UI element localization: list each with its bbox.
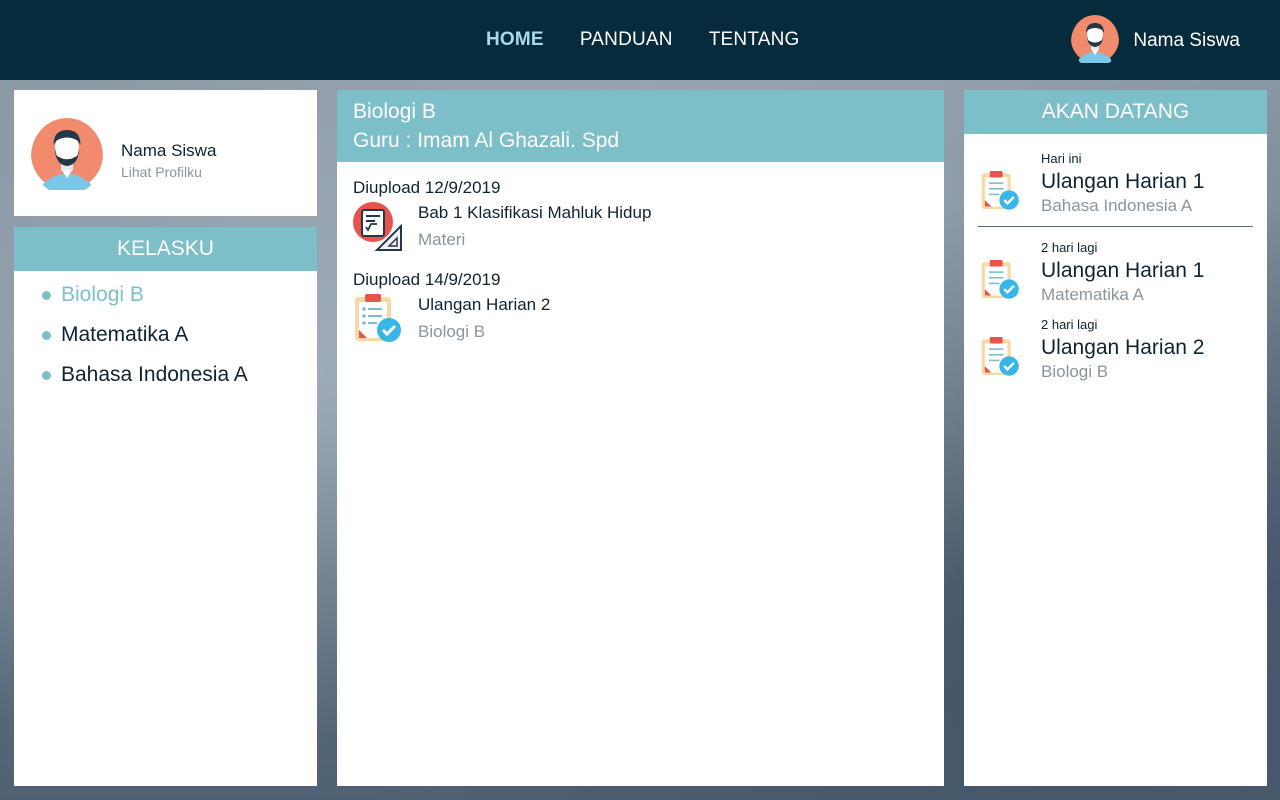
profile-avatar[interactable] — [31, 118, 103, 195]
nav-panduan[interactable]: PANDUAN — [580, 29, 673, 51]
upcoming-panel: AKAN DATANG Hari ini Ulangan Harian 1 Ba… — [964, 90, 1267, 786]
upload-text: Bab 1 Klasifikasi Mahluk Hidup Materi — [418, 202, 651, 254]
user-name: Nama Siswa — [1133, 30, 1240, 51]
bullet-icon — [42, 370, 51, 380]
upload-title: Bab 1 Klasifikasi Mahluk Hidup — [418, 203, 652, 222]
upcoming-subject: Bahasa Indonesia A — [1041, 196, 1193, 215]
upcoming-item[interactable]: 2 hari lagi Ulangan Harian 1 Matematika … — [978, 240, 1253, 306]
class-item-label: Matematika A — [61, 323, 189, 346]
quiz-clipboard-icon — [980, 171, 1024, 215]
upload-type: Biologi B — [418, 322, 486, 341]
class-item-bahasa-indonesia-a[interactable]: Bahasa Indonesia A — [14, 355, 317, 395]
upload-type: Materi — [418, 230, 466, 249]
upload-title: Ulangan Harian 2 — [418, 295, 551, 314]
nav-home[interactable]: HOME — [486, 29, 544, 51]
class-list-header: KELASKU — [14, 227, 317, 271]
class-list-panel: KELASKU Biologi B Matematika A Bahasa In… — [14, 227, 317, 786]
divider — [978, 226, 1253, 227]
upcoming-when: Hari ini — [1041, 151, 1082, 166]
upcoming-item[interactable]: Hari ini Ulangan Harian 1 Bahasa Indones… — [978, 151, 1253, 217]
upload-entry: Diupload 12/9/2019 Bab 1 Klasifikasi Mah… — [337, 178, 944, 254]
top-navbar: HOME PANDUAN TENTANG Nama Siswa — [0, 0, 1280, 80]
upload-date: Diupload 12/9/2019 — [353, 178, 501, 197]
upload-item-material[interactable]: Bab 1 Klasifikasi Mahluk Hidup Materi — [353, 202, 944, 254]
course-content-panel: Biologi B Guru : Imam Al Ghazali. Spd Di… — [337, 90, 944, 786]
upload-item-quiz[interactable]: Ulangan Harian 2 Biologi B — [353, 294, 944, 346]
course-header: Biologi B Guru : Imam Al Ghazali. Spd — [337, 90, 944, 162]
upcoming-when: 2 hari lagi — [1041, 317, 1098, 332]
class-list: Biologi B Matematika A Bahasa Indonesia … — [14, 271, 317, 395]
upcoming-subject: Matematika A — [1041, 285, 1144, 304]
quiz-clipboard-icon — [980, 260, 1024, 304]
class-item-matematika-a[interactable]: Matematika A — [14, 315, 317, 355]
quiz-clipboard-icon — [353, 294, 405, 346]
upcoming-title: Ulangan Harian 2 — [1041, 336, 1205, 359]
upload-entry: Diupload 14/9/2019 Ulangan Harian 2 Biol… — [337, 270, 944, 346]
user-menu[interactable]: Nama Siswa — [1071, 14, 1240, 68]
avatar — [1071, 14, 1120, 68]
upcoming-subject: Biologi B — [1041, 362, 1109, 381]
upcoming-title: Ulangan Harian 1 — [1041, 170, 1205, 193]
class-item-biologi-b[interactable]: Biologi B — [14, 275, 317, 315]
course-title: Biologi B — [353, 100, 436, 123]
upcoming-header: AKAN DATANG — [964, 90, 1267, 134]
profile-name: Nama Siswa — [121, 141, 217, 160]
profile-card: Nama Siswa Lihat Profilku — [14, 90, 317, 216]
upload-date: Diupload 14/9/2019 — [353, 270, 501, 289]
nav-tentang[interactable]: TENTANG — [709, 29, 800, 51]
class-item-label: Bahasa Indonesia A — [61, 363, 248, 386]
upcoming-item[interactable]: 2 hari lagi Ulangan Harian 2 Biologi B — [978, 317, 1253, 383]
material-icon — [353, 202, 405, 254]
bullet-icon — [42, 330, 51, 340]
course-teacher: Guru : Imam Al Ghazali. Spd — [353, 129, 620, 152]
quiz-clipboard-icon — [980, 337, 1024, 381]
upcoming-when: 2 hari lagi — [1041, 240, 1098, 255]
class-item-label: Biologi B — [61, 283, 144, 306]
main-nav: HOME PANDUAN TENTANG — [486, 0, 836, 80]
upcoming-title: Ulangan Harian 1 — [1041, 259, 1205, 282]
view-profile-link[interactable]: Lihat Profilku — [121, 164, 202, 180]
bullet-icon — [42, 290, 51, 300]
upload-text: Ulangan Harian 2 Biologi B — [418, 294, 550, 346]
